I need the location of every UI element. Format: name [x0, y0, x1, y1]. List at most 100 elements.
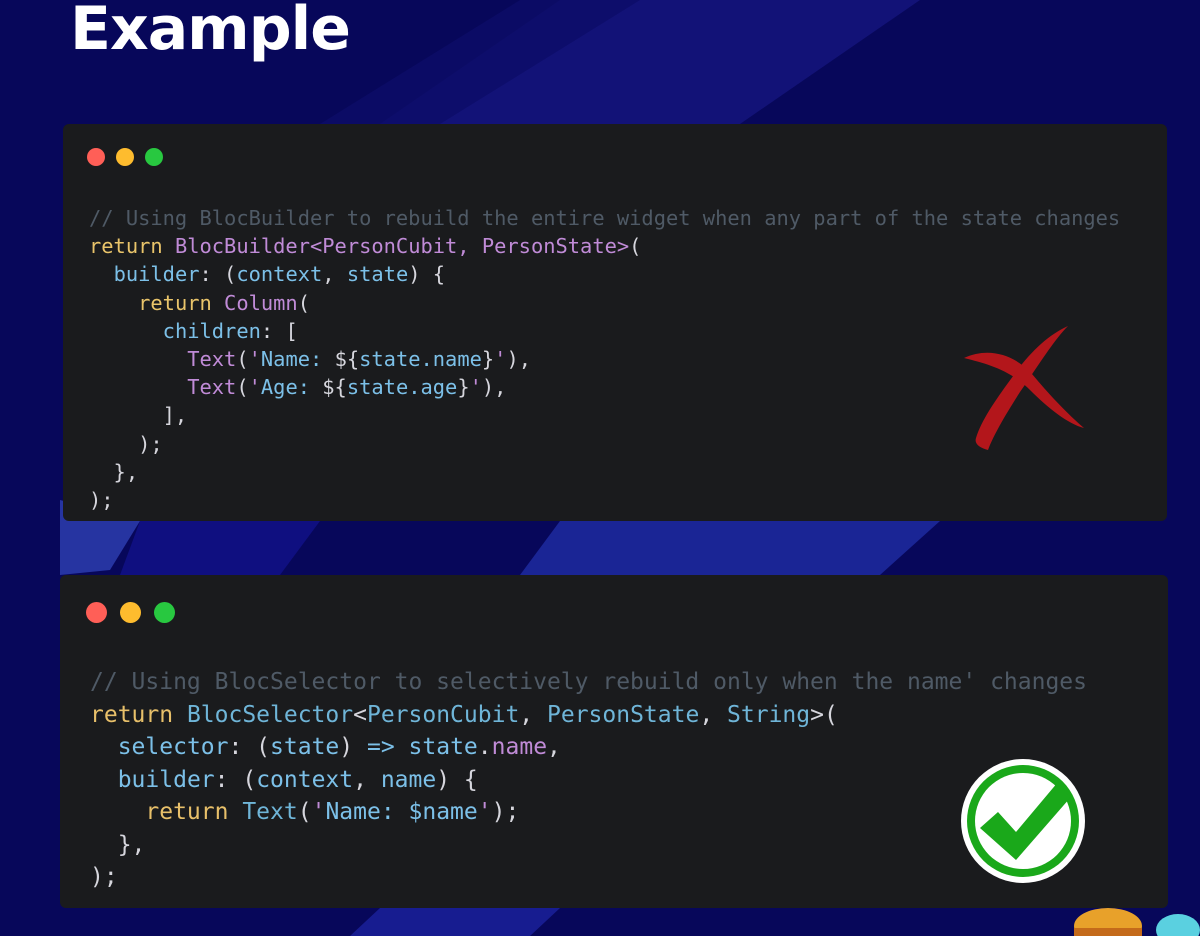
code-token: ); [89, 488, 114, 513]
code-token: context [256, 766, 354, 793]
code-token: >( [810, 701, 838, 728]
code-line: Text('Age: ${state.age}'), [89, 375, 506, 399]
code-token: <PersonCubit, PersonState> [309, 234, 630, 259]
code-line: builder: (context, name) { [90, 767, 478, 793]
code-token: ) { [436, 766, 478, 793]
maximize-dot-icon [145, 148, 163, 166]
code-token: }, [89, 459, 139, 484]
code-token: : [ [260, 318, 298, 343]
code-token: state.age [346, 375, 458, 400]
window-controls [86, 602, 175, 623]
window-controls [87, 148, 163, 166]
minimize-dot-icon [120, 602, 141, 623]
code-block: // Using BlocSelector to selectively reb… [90, 666, 1087, 894]
code-line: children: [ [89, 319, 298, 343]
code-token: Text [187, 347, 237, 372]
code-comment: // Using BlocSelector to selectively reb… [90, 669, 1087, 695]
code-token: state.name [359, 347, 482, 372]
code-token: Name: $name [325, 799, 478, 825]
code-token: Name: [260, 347, 335, 372]
code-token: } [457, 375, 470, 400]
code-comment: // Using BlocBuilder to rebuild the enti… [89, 206, 1121, 230]
code-token: , [353, 766, 381, 793]
code-line: selector: (state) => state.name, [90, 734, 561, 760]
code-token: ' [311, 799, 326, 825]
code-token: ( [629, 234, 642, 259]
code-token: builder [113, 262, 200, 287]
code-token: ' [469, 375, 482, 400]
code-token: ' [477, 799, 492, 825]
code-token: => [366, 734, 395, 760]
code-token: String [727, 701, 811, 728]
code-token: selector [117, 734, 229, 760]
code-token: return [89, 234, 175, 259]
code-line: return Text('Name: $name'); [90, 799, 519, 825]
code-token: : ( [228, 734, 271, 760]
code-token: , [322, 262, 347, 287]
code-token: } [481, 347, 495, 372]
code-token: ); [89, 431, 163, 456]
code-token: ); [90, 864, 118, 890]
code-token: BlocBuilder [174, 234, 310, 259]
code-token: , [547, 734, 561, 760]
code-token: }, [90, 831, 146, 858]
red-x-icon [964, 326, 1084, 450]
code-line: Text('Name: ${state.name}'), [89, 347, 531, 371]
code-token: ); [491, 799, 520, 825]
code-token: : ( [214, 766, 257, 793]
code-line: ); [90, 864, 118, 890]
code-token: Text [242, 799, 298, 825]
code-token: ), [481, 375, 507, 400]
code-line: ); [89, 488, 114, 512]
code-token: , [699, 701, 728, 728]
close-dot-icon [86, 602, 107, 623]
code-line: ], [89, 403, 188, 428]
code-token: ' [494, 347, 507, 372]
code-token: ' [248, 375, 261, 400]
code-token: ${ [334, 347, 360, 372]
green-check-icon [961, 759, 1085, 883]
code-token: . [477, 734, 492, 760]
code-token: return [90, 701, 187, 728]
page-title: Example [70, 0, 351, 64]
code-token: state [270, 734, 340, 760]
code-token: context [236, 262, 323, 287]
code-token: ${ [322, 375, 347, 400]
code-token: ( [236, 347, 249, 372]
code-line: builder: (context, state) { [89, 262, 446, 287]
code-token: < [353, 701, 367, 728]
minimize-dot-icon [116, 148, 134, 166]
code-token: ( [297, 799, 312, 825]
code-token: name [380, 766, 437, 793]
code-token: state [408, 734, 478, 760]
code-token: BlocSelector [186, 701, 354, 728]
code-token: : ( [199, 262, 237, 287]
code-token: name [491, 734, 548, 760]
code-token: PersonCubit [366, 701, 520, 728]
code-token: children [162, 318, 261, 343]
code-token: builder [117, 766, 215, 793]
mascot-illustration [1074, 908, 1200, 936]
code-token: Text [187, 375, 237, 400]
code-token: ) { [408, 262, 446, 287]
code-token: return [138, 290, 225, 315]
code-token: Column [224, 290, 298, 315]
code-token: ], [89, 403, 188, 428]
code-token: return [145, 799, 243, 825]
code-line: return Column( [89, 291, 310, 315]
code-token: ( [297, 290, 310, 315]
code-lines: return BlocSelector<PersonCubit, PersonS… [90, 702, 838, 891]
maximize-dot-icon [154, 602, 175, 623]
code-line: return BlocSelector<PersonCubit, PersonS… [90, 702, 838, 728]
code-line: }, [89, 459, 139, 484]
code-token: ) [339, 734, 367, 760]
code-line: return BlocBuilder<PersonCubit, PersonSt… [89, 234, 641, 258]
